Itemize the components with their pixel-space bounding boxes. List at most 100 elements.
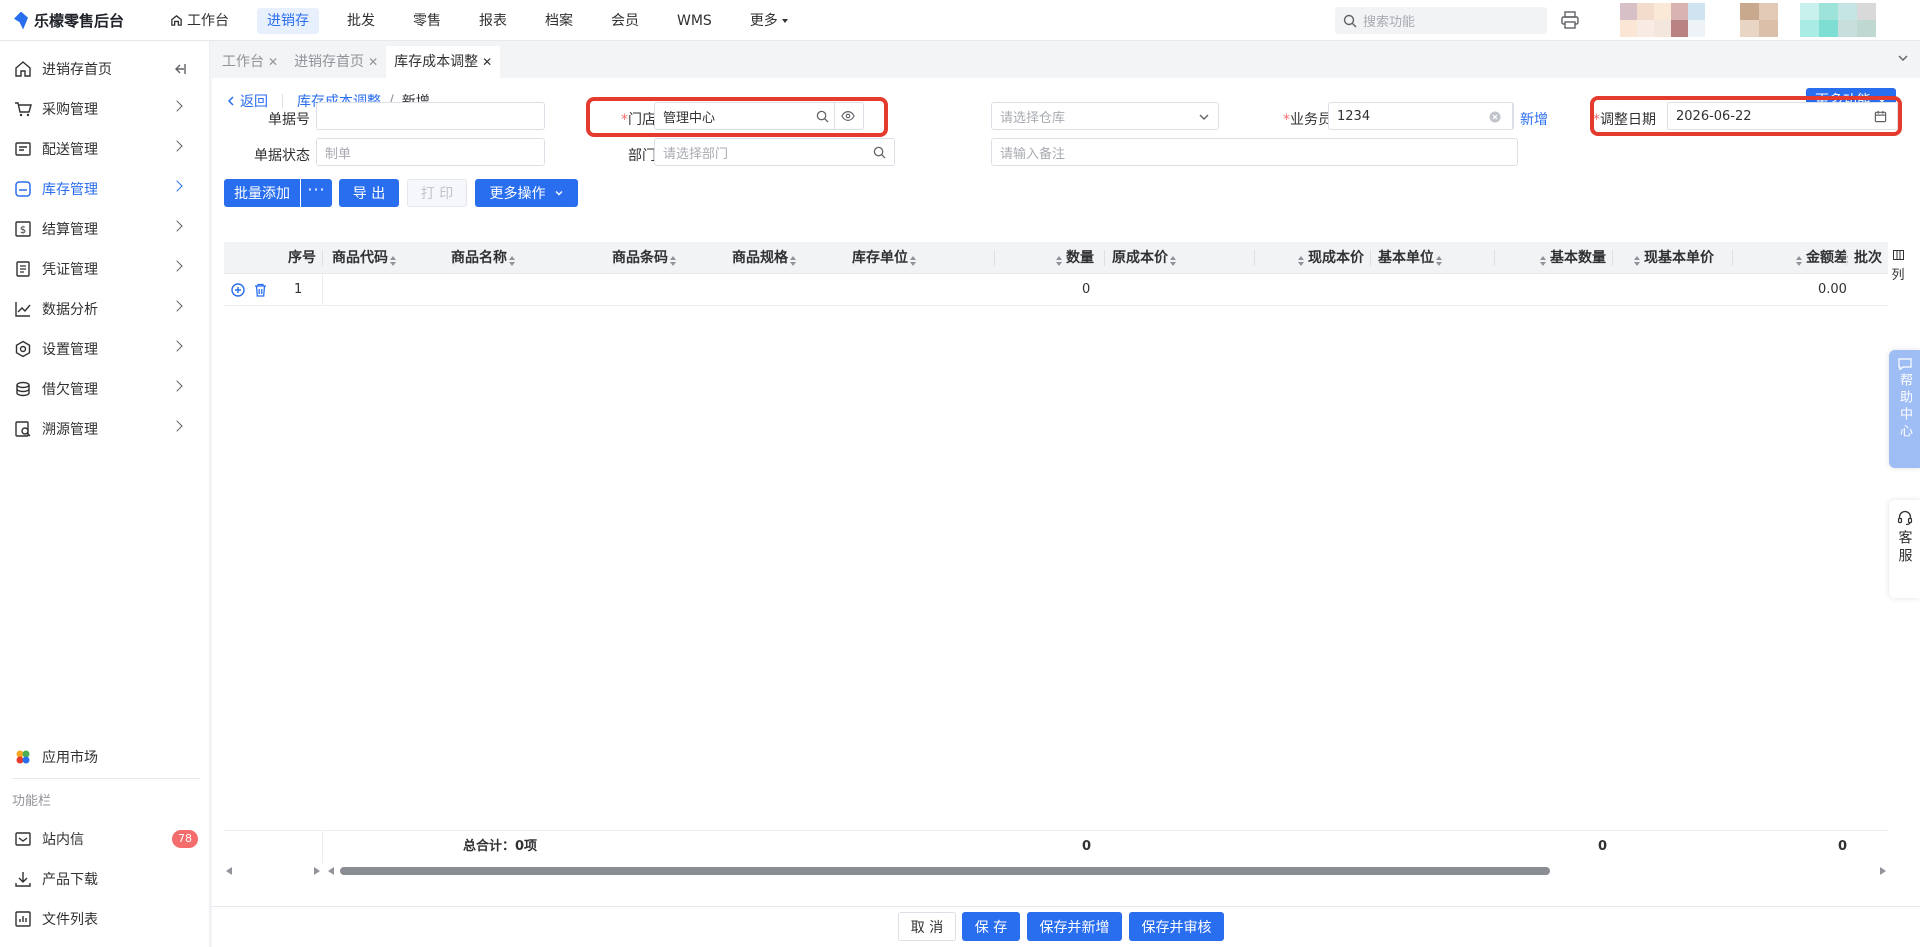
main-scrollbar[interactable] (326, 862, 1888, 880)
chevron-right-icon (171, 260, 183, 272)
topnav-inventory[interactable]: 进销存 (257, 7, 319, 34)
col-new-base-price[interactable]: 现基本单价 (1634, 242, 1714, 274)
close-icon[interactable]: ✕ (268, 46, 278, 78)
doc-status-label: 单据状态 (254, 148, 310, 164)
store-input[interactable]: 管理中心 (654, 102, 864, 130)
search-icon[interactable] (873, 146, 886, 159)
footer-qty: 0 (1082, 839, 1092, 854)
help-center-panel[interactable]: 帮助中心 (1889, 350, 1920, 468)
tab-inventory-home[interactable]: 进销存首页 ✕ (286, 46, 386, 78)
more-ops-button[interactable]: 更多操作 (475, 179, 578, 207)
tab-bar: 工作台 ✕ 进销存首页 ✕ 库存成本调整 ✕ (210, 41, 1920, 78)
scroll-right-icon[interactable] (1880, 867, 1886, 875)
print-button: 打 印 (407, 179, 467, 207)
save-and-audit-button[interactable]: 保存并审核 (1129, 912, 1224, 941)
app-logo[interactable]: 乐檬零售后台 (14, 10, 124, 31)
eye-icon[interactable] (841, 110, 855, 122)
left-scrollbar[interactable] (224, 862, 322, 880)
salesman-input[interactable]: 1234 (1328, 102, 1514, 130)
col-product-name[interactable]: 商品名称 (451, 242, 515, 274)
customer-service-panel[interactable]: 客服 (1889, 500, 1920, 598)
col-new-cost[interactable]: 现成本价 (1298, 242, 1364, 274)
col-product-code[interactable]: 商品代码 (332, 242, 396, 274)
tabs-dropdown[interactable] (1896, 51, 1910, 65)
cancel-button[interactable]: 取 消 (898, 912, 956, 941)
sidebar-item-messages[interactable]: 站内信 78 (0, 819, 210, 859)
batch-add-button[interactable]: 批量添加 (224, 179, 300, 207)
sidebar-item-downloads[interactable]: 产品下载 (0, 859, 210, 899)
sidebar-item-voucher[interactable]: 凭证管理 (0, 249, 209, 289)
clear-icon[interactable] (1489, 111, 1501, 123)
scroll-thumb[interactable] (340, 867, 1550, 875)
topnav-reports[interactable]: 报表 (469, 8, 517, 34)
scroll-left-icon[interactable] (328, 867, 334, 875)
scroll-right-icon[interactable] (314, 867, 320, 875)
org-avatar[interactable] (1800, 3, 1876, 37)
col-barcode[interactable]: 商品条码 (612, 242, 676, 274)
topnav-member[interactable]: 会员 (601, 8, 649, 34)
col-stock-unit[interactable]: 库存单位 (852, 242, 916, 274)
store-avatar[interactable] (1740, 3, 1778, 37)
tab-cost-adjust[interactable]: 库存成本调整 ✕ (386, 46, 501, 78)
col-divider (1104, 250, 1105, 266)
batch-add-more-button[interactable]: ··· (301, 179, 332, 207)
store-label: *门店 (621, 112, 656, 128)
col-spec[interactable]: 商品规格 (732, 242, 796, 274)
app-market[interactable]: 应用市场 (0, 737, 210, 777)
sidebar-item-analytics[interactable]: 数据分析 (0, 289, 209, 329)
footer-divider (322, 831, 323, 863)
adjust-date-picker[interactable]: 2026-06-22 (1667, 102, 1898, 130)
search-icon[interactable] (816, 110, 829, 123)
row-amount-diff: 0.00 (1818, 282, 1847, 297)
scroll-left-icon[interactable] (226, 867, 232, 875)
row-qty[interactable]: 0 (1082, 274, 1090, 306)
col-divider (322, 250, 323, 266)
dept-select[interactable]: 请选择部门 (654, 138, 895, 166)
topnav-wholesale[interactable]: 批发 (337, 8, 385, 34)
remark-input[interactable]: 请输入备注 (991, 138, 1518, 166)
save-and-new-button[interactable]: 保存并新增 (1027, 912, 1122, 941)
sidebar-item-settlement[interactable]: $ 结算管理 (0, 209, 209, 249)
col-orig-cost[interactable]: 原成本价 (1112, 242, 1176, 274)
printer-icon[interactable] (1560, 10, 1580, 30)
add-row-icon[interactable] (231, 283, 245, 297)
add-salesman-link[interactable]: 新增 (1520, 106, 1548, 134)
sidebar-item-purchase[interactable]: 采购管理 (0, 89, 209, 129)
col-base-qty[interactable]: 基本数量 (1540, 242, 1606, 274)
sidebar-divider (12, 778, 200, 779)
tab-workbench[interactable]: 工作台 ✕ (214, 46, 286, 78)
export-button[interactable]: 导 出 (339, 179, 399, 207)
topnav-more[interactable]: 更多 (740, 8, 798, 34)
chevron-right-icon (171, 180, 183, 192)
sidebar-item-settings[interactable]: 设置管理 (0, 329, 209, 369)
close-icon[interactable]: ✕ (368, 46, 378, 78)
sidebar-item-trace[interactable]: 溯源管理 (0, 409, 209, 449)
topnav-retail[interactable]: 零售 (403, 8, 451, 34)
col-divider (1254, 250, 1255, 266)
sidebar-item-files[interactable]: 文件列表 (0, 899, 210, 939)
user-avatar[interactable] (1620, 3, 1705, 37)
col-qty[interactable]: 数量 (1056, 242, 1094, 274)
trace-icon (15, 421, 31, 437)
doc-no-input[interactable] (316, 102, 545, 130)
sidebar-item-inventory-home[interactable]: 进销存首页 (0, 49, 209, 89)
bottom-action-bar: 取 消 保 存 保存并新增 保存并审核 (212, 906, 1920, 947)
warehouse-select[interactable]: 请选择仓库 (991, 102, 1219, 130)
column-settings-button[interactable]: 列 (1888, 242, 1908, 306)
collapse-sidebar-icon[interactable] (173, 62, 187, 76)
topnav-wms[interactable]: WMS (667, 8, 722, 34)
sidebar-item-debt[interactable]: 借欠管理 (0, 369, 209, 409)
save-button[interactable]: 保 存 (962, 912, 1020, 941)
delete-row-icon[interactable] (254, 283, 267, 297)
col-amount-diff[interactable]: 金额差 (1796, 242, 1848, 274)
sidebar-item-inventory[interactable]: 库存管理 (0, 169, 209, 209)
sidebar-item-delivery[interactable]: 配送管理 (0, 129, 209, 169)
col-base-unit[interactable]: 基本单位 (1378, 242, 1442, 274)
mail-icon (15, 832, 31, 846)
topnav-archive[interactable]: 档案 (535, 8, 583, 34)
close-icon[interactable]: ✕ (482, 46, 492, 78)
top-nav: 工作台 进销存 批发 零售 报表 档案 会员 WMS 更多 (160, 0, 816, 41)
function-search[interactable]: 搜索功能 (1335, 7, 1547, 34)
topnav-workbench[interactable]: 工作台 (160, 8, 239, 34)
table-header: 序号 商品代码 商品名称 商品条码 商品规格 库存单位 数量 原成本价 现成本价… (224, 242, 1888, 274)
